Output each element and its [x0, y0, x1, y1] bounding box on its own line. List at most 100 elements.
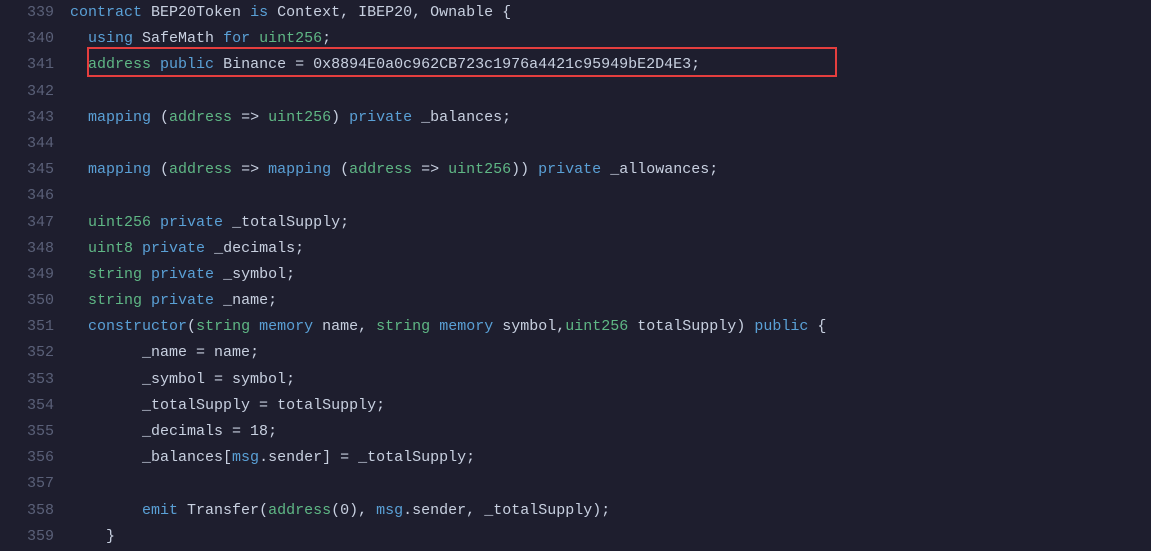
- code-line[interactable]: _totalSupply = totalSupply;: [70, 393, 1151, 419]
- token: address: [349, 161, 412, 178]
- token: ;: [709, 161, 718, 178]
- code-line[interactable]: address public Binance = 0x8894E0a0c962C…: [70, 52, 1151, 78]
- line-number: 344: [0, 131, 54, 157]
- code-line[interactable]: [70, 79, 1151, 105]
- token: totalSupply: [277, 397, 376, 414]
- code-line[interactable]: mapping (address => uint256) private _ba…: [70, 105, 1151, 131]
- line-number: 345: [0, 157, 54, 183]
- token: ,: [556, 318, 565, 335]
- token: (: [187, 318, 196, 335]
- code-line[interactable]: [70, 131, 1151, 157]
- token: memory: [259, 318, 313, 335]
- token: _balances: [421, 109, 502, 126]
- token: ;: [286, 266, 295, 283]
- line-number: 340: [0, 26, 54, 52]
- token: totalSupply: [637, 318, 736, 335]
- token: ,: [340, 4, 358, 21]
- token: ;: [250, 344, 259, 361]
- token: name: [322, 318, 358, 335]
- token: [: [223, 449, 232, 466]
- code-line[interactable]: _decimals = 18;: [70, 419, 1151, 445]
- token: uint256: [448, 161, 511, 178]
- token: private: [538, 161, 601, 178]
- code-line[interactable]: _name = name;: [70, 340, 1151, 366]
- token: BEP20Token: [151, 4, 241, 21]
- code-line[interactable]: _symbol = symbol;: [70, 367, 1151, 393]
- token: .sender: [259, 449, 322, 466]
- token: [205, 240, 214, 257]
- token: {: [808, 318, 826, 335]
- token: [178, 502, 187, 519]
- token: _symbol: [142, 371, 205, 388]
- token: Binance: [223, 56, 286, 73]
- token: emit: [142, 502, 178, 519]
- token: uint256: [565, 318, 628, 335]
- code-line[interactable]: mapping (address => mapping (address => …: [70, 157, 1151, 183]
- token: [628, 318, 637, 335]
- token: msg: [376, 502, 403, 519]
- token: _totalSupply: [484, 502, 592, 519]
- line-number: 348: [0, 236, 54, 262]
- token: mapping: [88, 109, 151, 126]
- code-line[interactable]: [70, 183, 1151, 209]
- token: ;: [502, 109, 511, 126]
- token: address: [88, 56, 151, 73]
- token: =>: [232, 161, 268, 178]
- line-number: 341: [0, 52, 54, 78]
- token: uint256: [268, 109, 331, 126]
- code-line[interactable]: contract BEP20Token is Context, IBEP20, …: [70, 0, 1151, 26]
- code-line[interactable]: [70, 471, 1151, 497]
- token: ;: [691, 56, 700, 73]
- token: =: [187, 344, 214, 361]
- code-line[interactable]: string private _name;: [70, 288, 1151, 314]
- token: string: [88, 266, 142, 283]
- token: uint256: [88, 214, 151, 231]
- token: symbol: [232, 371, 286, 388]
- token: [268, 4, 277, 21]
- token: Context: [277, 4, 340, 21]
- code-line[interactable]: string private _symbol;: [70, 262, 1151, 288]
- code-line[interactable]: using SafeMath for uint256;: [70, 26, 1151, 52]
- token: ;: [268, 292, 277, 309]
- line-number: 347: [0, 210, 54, 236]
- token: )): [511, 161, 538, 178]
- code-area[interactable]: contract BEP20Token is Context, IBEP20, …: [70, 0, 1151, 551]
- token: [142, 292, 151, 309]
- token: =>: [412, 161, 448, 178]
- token: contract: [70, 4, 142, 21]
- token: 0: [340, 502, 349, 519]
- code-line[interactable]: uint8 private _decimals;: [70, 236, 1151, 262]
- code-line[interactable]: constructor(string memory name, string m…: [70, 314, 1151, 340]
- token: _totalSupply: [142, 397, 250, 414]
- token: string: [196, 318, 250, 335]
- line-number: 350: [0, 288, 54, 314]
- token: [250, 318, 259, 335]
- token: uint8: [88, 240, 133, 257]
- code-line[interactable]: _balances[msg.sender] = _totalSupply;: [70, 445, 1151, 471]
- token: _allowances: [610, 161, 709, 178]
- token: for: [223, 30, 250, 47]
- token: ;: [466, 449, 475, 466]
- token: [223, 214, 232, 231]
- token: public: [754, 318, 808, 335]
- token: {: [493, 4, 511, 21]
- token: =>: [232, 109, 268, 126]
- token: (: [259, 502, 268, 519]
- token: private: [160, 214, 223, 231]
- token: ] =: [322, 449, 358, 466]
- token: [250, 30, 259, 47]
- token: ,: [358, 318, 376, 335]
- token: SafeMath: [142, 30, 214, 47]
- token: [133, 240, 142, 257]
- token: private: [142, 240, 205, 257]
- code-line[interactable]: emit Transfer(address(0), msg.sender, _t…: [70, 498, 1151, 524]
- token: =: [223, 423, 250, 440]
- token: using: [88, 30, 133, 47]
- token: mapping: [88, 161, 151, 178]
- line-number: 357: [0, 471, 54, 497]
- code-editor[interactable]: 3393403413423433443453463473483493503513…: [0, 0, 1151, 551]
- code-line[interactable]: }: [70, 524, 1151, 550]
- token: [601, 161, 610, 178]
- line-number: 354: [0, 393, 54, 419]
- code-line[interactable]: uint256 private _totalSupply;: [70, 210, 1151, 236]
